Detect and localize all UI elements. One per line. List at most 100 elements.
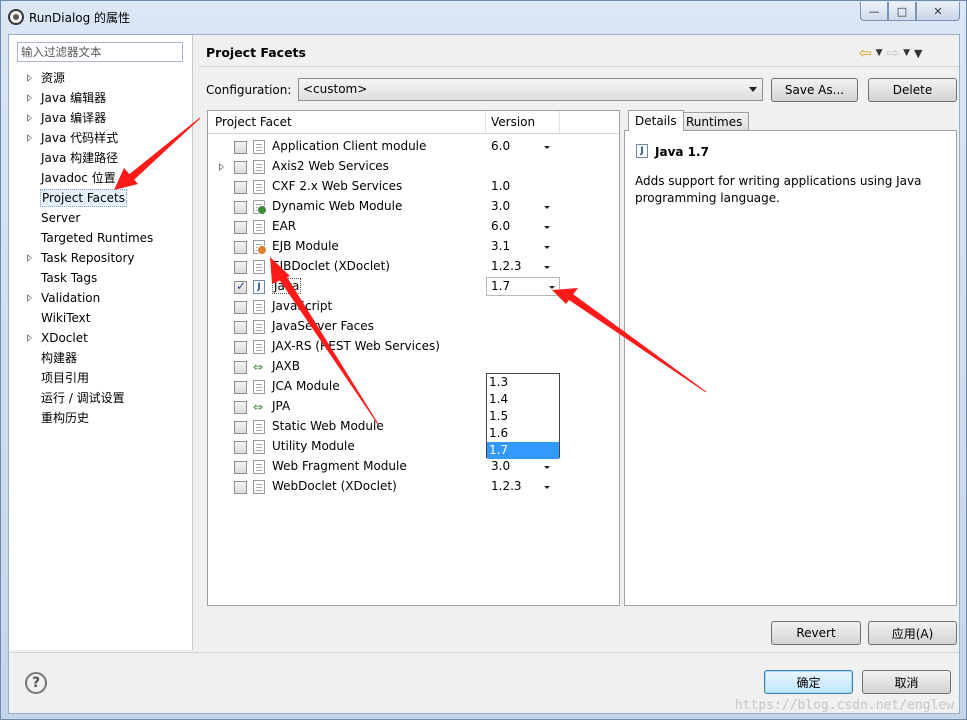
back-arrow-icon[interactable]: ⇦ [859,44,872,62]
watermark: https://blog.csdn.net/englew [734,698,954,713]
table-row[interactable]: JavaScript [208,297,619,317]
table-row[interactable]: WebDoclet (XDoclet) 1.2.3 [208,477,619,497]
table-row[interactable]: JAX-RS (REST Web Services) [208,337,619,357]
table-row[interactable]: Dynamic Web Module 3.0 [208,197,619,217]
nav-item[interactable]: 重构历史 [40,409,90,427]
facet-checkbox[interactable] [234,461,247,474]
facet-checkbox[interactable] [234,341,247,354]
table-row[interactable]: EAR 6.0 [208,217,619,237]
nav-item[interactable]: Project Facets [40,189,127,207]
expand-arrow-icon[interactable] [27,134,32,142]
minimize-button[interactable]: — [860,2,888,21]
nav-item[interactable]: Targeted Runtimes [40,229,154,247]
version-option[interactable]: 1.4 [487,391,559,408]
expand-arrow-icon[interactable] [27,74,32,82]
version-combo[interactable]: 1.7 [486,277,560,296]
tab-runtimes[interactable]: Runtimes [679,112,750,131]
table-row[interactable]: Axis2 Web Services [208,157,619,177]
nav-item[interactable]: Java 编辑器 [27,89,107,107]
project-facets-table: Project Facet Version Application Client… [207,110,620,606]
back-menu-chevron-icon[interactable]: ▼ [876,48,883,58]
table-row[interactable]: Application Client module 6.0 [208,137,619,157]
table-row[interactable]: Java 1.7 [208,277,619,297]
version-option[interactable]: 1.5 [487,408,559,425]
nav-item[interactable]: Server [40,209,81,227]
apply-button[interactable]: 应用(A) [868,621,957,645]
facet-checkbox[interactable] [234,421,247,434]
ok-button[interactable]: 确定 [764,670,853,694]
facet-checkbox[interactable] [234,261,247,274]
facet-checkbox[interactable] [234,401,247,414]
column-header-version[interactable]: Version [491,115,535,129]
facet-checkbox[interactable] [234,221,247,234]
facet-checkbox[interactable] [234,279,247,294]
table-row[interactable]: CXF 2.x Web Services 1.0 [208,177,619,197]
table-row[interactable]: JavaServer Faces [208,317,619,337]
nav-item-label: Server [41,211,81,225]
nav-item[interactable]: 项目引用 [40,369,90,387]
configuration-label: Configuration: [206,83,292,97]
facet-checkbox[interactable] [234,381,247,394]
nav-item[interactable]: Java 代码样式 [27,129,119,147]
facet-checkbox[interactable] [234,361,247,374]
facet-checkbox[interactable] [234,201,247,214]
facet-checkbox[interactable] [234,181,247,194]
chevron-down-icon[interactable] [544,486,550,489]
save-as-button[interactable]: Save As... [771,78,858,102]
version-option[interactable]: 1.3 [487,374,559,391]
tab-details[interactable]: Details [628,110,684,131]
nav-item[interactable]: 构建器 [40,349,78,367]
column-header-facet[interactable]: Project Facet [215,115,292,129]
expand-arrow-icon[interactable] [219,163,224,171]
table-row[interactable]: Web Fragment Module 3.0 [208,457,619,477]
doc-facet-icon [253,220,265,234]
close-button[interactable]: ✕ [916,2,960,21]
chevron-down-icon[interactable] [544,266,550,269]
version-option[interactable]: 1.6 [487,425,559,442]
expand-arrow-icon[interactable] [27,94,32,102]
nav-item[interactable]: 运行 / 调试设置 [40,389,126,407]
facet-checkbox[interactable] [234,161,247,174]
facet-checkbox[interactable] [234,441,247,454]
facet-checkbox[interactable] [234,301,247,314]
view-menu-chevron-icon[interactable]: ▼ [914,47,922,60]
facet-name: JavaServer Faces [272,319,374,333]
configuration-select[interactable]: <custom> [298,78,763,101]
facet-checkbox[interactable] [234,321,247,334]
chevron-down-icon[interactable] [544,206,550,209]
expand-arrow-icon[interactable] [27,254,32,262]
chevron-down-icon[interactable] [544,246,550,249]
help-icon[interactable]: ? [25,672,47,694]
filter-input[interactable] [17,42,183,62]
expand-arrow-icon[interactable] [27,114,32,122]
nav-item[interactable]: Task Repository [27,249,136,267]
expand-arrow-icon[interactable] [27,294,32,302]
facet-checkbox[interactable] [234,141,247,154]
forward-menu-chevron-icon[interactable]: ▼ [903,48,910,58]
delete-button[interactable]: Delete [868,78,957,102]
nav-item[interactable]: XDoclet [27,329,89,347]
chevron-down-icon[interactable] [544,226,550,229]
nav-item-label: 重构历史 [41,411,90,425]
nav-item[interactable]: WikiText [40,309,92,327]
nav-item[interactable]: 资源 [27,69,66,87]
table-row[interactable]: EJB Module 3.1 [208,237,619,257]
forward-arrow-icon[interactable]: ⇨ [887,44,900,62]
cancel-button[interactable]: 取消 [862,670,951,694]
table-row[interactable]: EJBDoclet (XDoclet) 1.2.3 [208,257,619,277]
nav-item-label: 构建器 [41,351,78,365]
facet-checkbox[interactable] [234,241,247,254]
chevron-down-icon[interactable] [544,466,550,469]
expand-arrow-icon[interactable] [27,334,32,342]
chevron-down-icon[interactable] [549,286,555,289]
facet-checkbox[interactable] [234,481,247,494]
nav-item[interactable]: Javadoc 位置 [40,169,117,187]
maximize-button[interactable]: □ [888,2,916,21]
revert-button[interactable]: Revert [771,621,861,645]
nav-item[interactable]: Java 构建路径 [40,149,119,167]
nav-item[interactable]: Java 编译器 [27,109,107,127]
nav-item[interactable]: Validation [27,289,101,307]
nav-item[interactable]: Task Tags [40,269,98,287]
chevron-down-icon[interactable] [544,146,550,149]
version-option[interactable]: 1.7 [487,442,559,459]
